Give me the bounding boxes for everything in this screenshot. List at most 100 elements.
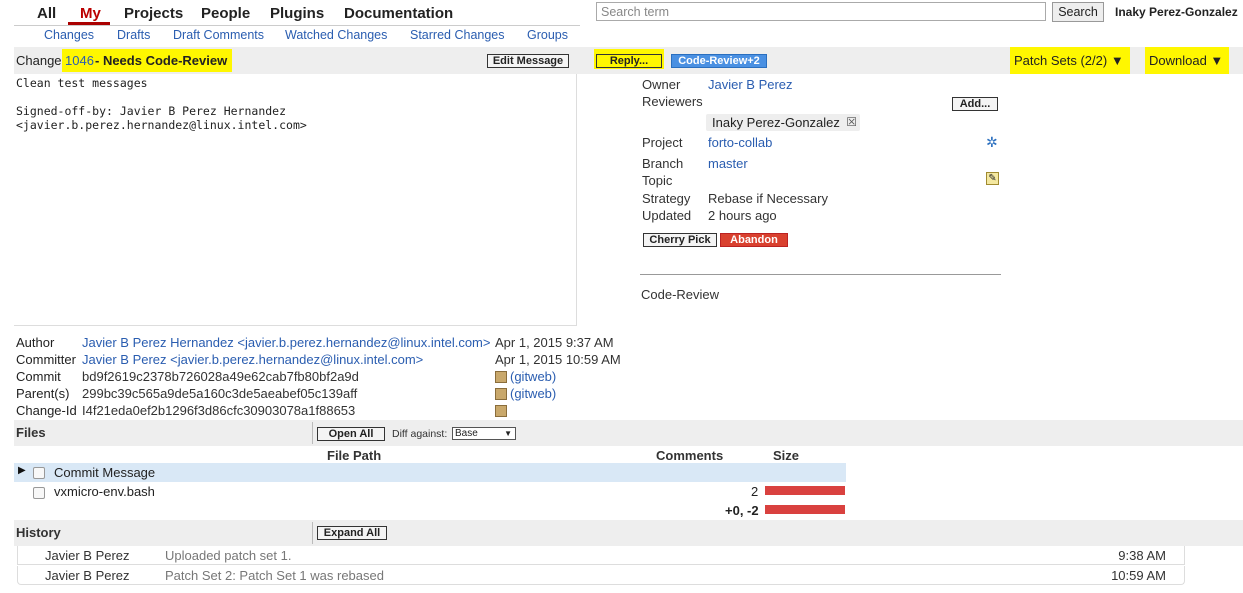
col-size: Size (773, 448, 800, 463)
total-delta: +0, -2 (725, 503, 759, 518)
gear-icon[interactable]: ✲ (986, 134, 998, 151)
subnav-starred-changes[interactable]: Starred Changes (410, 28, 505, 42)
author-link[interactable]: Javier B Perez Hernandez <javier.b.perez… (82, 335, 490, 350)
parent-label: Parent(s) (16, 386, 70, 401)
edit-topic-icon[interactable]: ✎ (986, 172, 999, 185)
project-label: Project (642, 135, 683, 150)
chevron-down-icon: ▼ (504, 429, 512, 438)
change-status: - Needs Code-Review (95, 53, 228, 68)
reviewer-name: Inaky Perez-Gonzalez (712, 115, 840, 130)
nav-documentation[interactable]: Documentation (344, 5, 453, 22)
copy-icon[interactable] (495, 371, 507, 383)
top-nav: All My Projects People Plugins Documenta… (0, 0, 600, 26)
committer-date: Apr 1, 2015 10:59 AM (495, 352, 621, 367)
commit-message-signoff: Signed-off-by: Javier B Perez Hernandez … (16, 104, 307, 132)
abandon-button[interactable]: Abandon (720, 233, 788, 247)
updated-label: Updated (642, 208, 692, 223)
add-reviewer-button[interactable]: Add... (952, 97, 998, 111)
expand-triangle-icon[interactable]: ▶ (18, 465, 26, 476)
file-name-commit-message[interactable]: Commit Message (54, 465, 155, 480)
commit-hash: bd9f2619c2378b726028a49e62cab7fb80bf2a9d (82, 369, 359, 384)
history-author: Javier B Perez (45, 548, 130, 563)
patch-sets-dropdown[interactable]: Patch Sets (2/2) ▼ (1010, 47, 1130, 74)
committer-link[interactable]: Javier B Perez <javier.b.perez.hernandez… (82, 352, 423, 367)
files-separator (312, 422, 313, 444)
file-checkbox[interactable] (33, 467, 45, 479)
subnav-draft-comments[interactable]: Draft Comments (173, 28, 264, 42)
diff-against-select[interactable]: Base ▼ (452, 427, 516, 440)
history-title: History (16, 525, 61, 540)
branch-link[interactable]: master (708, 156, 748, 171)
subnav-changes[interactable]: Changes (44, 28, 94, 42)
owner-label: Owner (642, 77, 681, 92)
sub-nav: Changes Drafts Draft Comments Watched Ch… (14, 25, 580, 46)
copy-icon[interactable] (495, 405, 507, 417)
strategy-label: Strategy (642, 191, 691, 206)
parent-hash: 299bc39c565a9de5a160c3de5aeabef05c139aff (82, 386, 358, 401)
reviewers-label: Reviewers (642, 94, 703, 109)
nav-my[interactable]: My (80, 5, 101, 22)
change-id-label: Change-Id (16, 403, 77, 418)
open-all-button[interactable]: Open All (317, 427, 385, 441)
history-author: Javier B Perez (45, 568, 130, 583)
files-title: Files (16, 425, 46, 440)
remove-reviewer-icon[interactable]: ☒ (846, 114, 857, 131)
history-time: 9:38 AM (1118, 548, 1166, 563)
cherry-pick-button[interactable]: Cherry Pick (643, 233, 717, 247)
parent-gitweb-link[interactable]: (gitweb) (510, 386, 556, 401)
file-checkbox[interactable] (33, 487, 45, 499)
updated-value: 2 hours ago (708, 208, 777, 223)
history-message: Uploaded patch set 1. (165, 548, 292, 563)
nav-plugins[interactable]: Plugins (270, 5, 324, 22)
commit-label: Commit (16, 369, 61, 384)
diff-against-value: Base (455, 428, 478, 439)
diff-against-label: Diff against: (392, 428, 448, 440)
author-label: Author (16, 335, 55, 350)
author-date: Apr 1, 2015 9:37 AM (495, 335, 614, 350)
expand-all-button[interactable]: Expand All (317, 526, 387, 540)
change-number-link[interactable]: 1046 (65, 53, 94, 68)
history-time: 10:59 AM (1111, 568, 1166, 583)
change-id-value: I4f21eda0ef2b1296f3d86cfc30903078a1f8865… (82, 403, 356, 418)
history-row[interactable]: Javier B Perez Patch Set 2: Patch Set 1 … (17, 566, 1185, 585)
code-review-badge: Code-Review+2 (671, 54, 767, 68)
history-row[interactable]: Javier B Perez Uploaded patch set 1. 9:3… (17, 546, 1185, 565)
commit-message-box: Clean test messages Signed-off-by: Javie… (14, 74, 577, 326)
subnav-drafts[interactable]: Drafts (117, 28, 150, 42)
nav-all[interactable]: All (37, 5, 56, 22)
user-menu[interactable]: Inaky Perez-Gonzalez (1115, 5, 1238, 19)
history-message: Patch Set 2: Patch Set 1 was rebased (165, 568, 384, 583)
search-button[interactable]: Search (1052, 2, 1104, 22)
history-separator (312, 522, 313, 544)
topic-label: Topic (642, 173, 673, 188)
branch-label: Branch (642, 156, 684, 171)
project-link[interactable]: forto-collab (708, 135, 772, 150)
size-bar (765, 486, 845, 495)
commit-message-title: Clean test messages (16, 76, 148, 90)
commit-gitweb-link[interactable]: (gitweb) (510, 369, 556, 384)
subnav-watched-changes[interactable]: Watched Changes (285, 28, 387, 42)
nav-people[interactable]: People (201, 5, 250, 22)
col-file-path: File Path (327, 448, 382, 463)
change-prefix: Change (16, 53, 62, 68)
strategy-value: Rebase if Necessary (708, 191, 828, 206)
code-review-label: Code-Review (641, 287, 720, 302)
history-section-bar (14, 520, 1243, 546)
file-name-vxmicro[interactable]: vxmicro-env.bash (54, 484, 155, 499)
reviewer-chip: Inaky Perez-Gonzalez ☒ (706, 114, 860, 131)
file-comments-count: 2 (751, 484, 759, 499)
copy-icon[interactable] (495, 388, 507, 400)
download-dropdown[interactable]: Download ▼ (1145, 47, 1229, 74)
edit-message-button[interactable]: Edit Message (487, 54, 569, 68)
committer-label: Committer (16, 352, 76, 367)
nav-projects[interactable]: Projects (124, 5, 183, 22)
search-input[interactable]: Search term (596, 2, 1046, 21)
total-size-bar (765, 505, 845, 514)
owner-link[interactable]: Javier B Perez (708, 77, 793, 92)
files-section-bar (14, 420, 1243, 446)
subnav-groups[interactable]: Groups (527, 28, 568, 42)
change-header-bar: Change 1046 - Needs Code-Review Edit Mes… (14, 47, 1243, 74)
reply-button[interactable]: Reply... (596, 54, 662, 68)
info-divider (640, 274, 1001, 275)
col-comments: Comments (656, 448, 724, 463)
